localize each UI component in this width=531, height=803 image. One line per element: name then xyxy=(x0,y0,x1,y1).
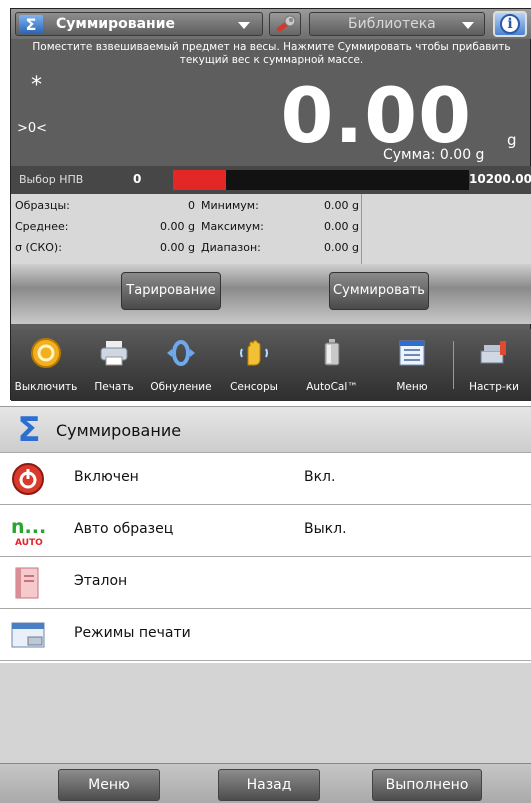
stat-value: 0.00 g xyxy=(324,199,359,212)
toolbar-label: Выключить xyxy=(14,381,78,393)
wrench-icon xyxy=(276,15,296,32)
print-modes-icon xyxy=(11,622,45,648)
capacity-row: Выбор НПВ 0 10200.00 xyxy=(11,166,531,194)
center-of-zero-indicator: >0< xyxy=(17,121,48,136)
capacity-bar xyxy=(173,170,469,190)
printer-icon xyxy=(100,341,128,366)
settings-button[interactable]: Настр-ки xyxy=(459,331,529,399)
calibration-weight-icon xyxy=(324,339,340,366)
menu-item-value: Выкл. xyxy=(304,521,347,537)
zero-icon xyxy=(167,340,195,366)
stats-column-left: Образцы: 0 Среднее: 0.00 g σ (СКО): 0.00… xyxy=(11,194,197,264)
stats-divider xyxy=(361,194,362,264)
stability-indicator: * xyxy=(31,73,42,98)
stat-label: Образцы: xyxy=(15,199,70,212)
menu-item-label: Включен xyxy=(74,469,139,485)
stat-value: 0.00 g xyxy=(160,241,195,254)
sensors-button[interactable]: Сенсоры xyxy=(219,331,289,399)
stat-label: σ (СКО): xyxy=(15,241,62,254)
back-button[interactable]: Назад xyxy=(218,769,320,801)
accumulation-menu-screen: Σ Суммирование Включен Вкл. n... AUTO Ав… xyxy=(0,406,531,803)
capacity-min: 0 xyxy=(133,172,142,186)
application-selector[interactable]: Σ Суммирование xyxy=(15,12,263,36)
stat-value: 0 xyxy=(188,199,195,212)
toolbar-separator xyxy=(453,341,454,389)
menu-header: Σ Суммирование xyxy=(0,407,531,453)
toolbar-label: Сенсоры xyxy=(230,381,278,393)
stats-column-right: Минимум: 0.00 g Максимум: 0.00 g Диапазо… xyxy=(199,194,359,264)
menu-item-label: Режимы печати xyxy=(74,625,191,641)
footer-bar: Меню Назад Выполнено xyxy=(0,763,531,803)
chevron-down-icon xyxy=(462,22,474,29)
library-selector[interactable]: Библиотека xyxy=(309,12,485,36)
weight-unit[interactable]: g xyxy=(507,131,517,149)
menu-footer-button[interactable]: Меню xyxy=(58,769,160,801)
info-icon: i xyxy=(500,14,520,34)
menu-item-label: Авто образец xyxy=(74,521,174,537)
sigma-icon: Σ xyxy=(17,410,41,450)
menu-item-reference[interactable]: Эталон xyxy=(0,557,531,609)
stat-label: Минимум: xyxy=(201,199,259,212)
menu-item-label: Эталон xyxy=(74,573,128,589)
sigma-icon: Σ xyxy=(19,15,43,34)
capacity-bar-fill xyxy=(173,170,227,190)
hand-sensor-icon xyxy=(240,340,268,366)
done-button[interactable]: Выполнено xyxy=(372,769,482,801)
menu-item-auto-sample[interactable]: n... AUTO Авто образец Выкл. xyxy=(0,505,531,557)
chevron-down-icon xyxy=(238,22,250,29)
menu-item-value: Вкл. xyxy=(304,469,336,485)
bottom-toolbar: Выключить Печать Обнуление Сенсоры AutoC… xyxy=(11,329,531,401)
info-button[interactable]: i xyxy=(493,11,527,37)
auto-sample-icon-text-top: n... xyxy=(11,516,46,538)
statistics-panel: Образцы: 0 Среднее: 0.00 g σ (СКО): 0.00… xyxy=(11,194,531,264)
stat-label: Максимум: xyxy=(201,220,264,233)
auto-sample-icon: n... AUTO xyxy=(11,516,46,548)
menu-list-icon xyxy=(399,340,425,366)
menu-title: Суммирование xyxy=(56,421,182,440)
auto-sample-icon-text-bottom: AUTO xyxy=(15,538,43,548)
autocal-button[interactable]: AutoCal™ xyxy=(295,331,369,399)
stat-value: 0.00 g xyxy=(160,220,195,233)
menu-item-enabled[interactable]: Включен Вкл. xyxy=(0,453,531,505)
balance-home-screen: Σ Суммирование Библиотека i Поместите вз… xyxy=(10,8,531,401)
toolbar-label: Печать xyxy=(94,381,134,393)
menu-button[interactable]: Меню xyxy=(381,331,443,399)
toolbar-label: AutoCal™ xyxy=(306,381,358,393)
power-icon xyxy=(31,338,61,368)
accumulated-sum: Сумма: 0.00 g xyxy=(383,147,485,163)
library-label: Библиотека xyxy=(348,16,436,32)
stat-label: Диапазон: xyxy=(201,241,261,254)
print-button[interactable]: Печать xyxy=(85,331,143,399)
top-bar: Σ Суммирование Библиотека i xyxy=(11,9,531,39)
reference-book-icon xyxy=(15,567,39,599)
capacity-label: Выбор НПВ xyxy=(19,173,84,186)
toolbar-label: Обнуление xyxy=(150,381,212,393)
zero-button[interactable]: Обнуление xyxy=(145,331,217,399)
wrench-settings-button[interactable] xyxy=(269,12,301,36)
action-bar: Тарирование Суммировать xyxy=(11,264,531,324)
stat-value: 0.00 g xyxy=(324,220,359,233)
stat-value: 0.00 g xyxy=(324,241,359,254)
tare-button[interactable]: Тарирование xyxy=(121,272,221,310)
accumulate-button[interactable]: Суммировать xyxy=(329,272,429,310)
stat-label: Среднее: xyxy=(15,220,69,233)
toolbar-label: Настр-ки xyxy=(469,381,519,393)
menu-empty-area xyxy=(0,663,531,763)
instruction-text: Поместите взвешиваемый предмет на весы. … xyxy=(32,41,511,66)
toolbar-label: Меню xyxy=(396,381,428,393)
power-on-icon xyxy=(12,463,44,495)
menu-item-print-modes[interactable]: Режимы печати xyxy=(0,609,531,661)
power-off-button[interactable]: Выключить xyxy=(11,331,81,399)
settings-scale-icon xyxy=(480,341,506,364)
capacity-max: 10200.00 xyxy=(469,172,531,186)
application-name: Суммирование xyxy=(56,16,176,32)
